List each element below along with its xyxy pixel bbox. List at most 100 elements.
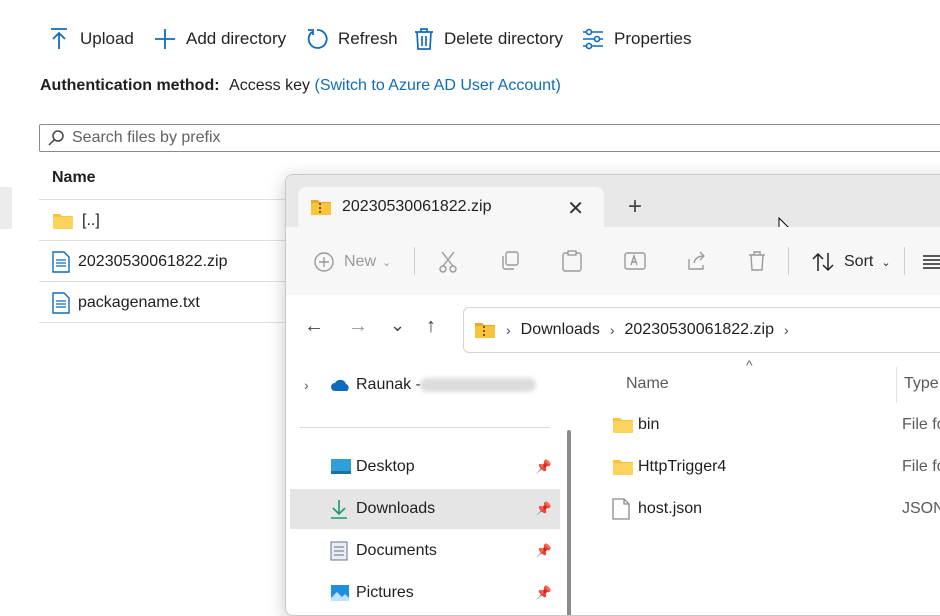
- add-directory-button[interactable]: Add directory: [154, 24, 286, 54]
- chevron-down-icon: ⌄: [881, 256, 891, 269]
- file-explorer-window[interactable]: 20230530061822.zip ✕ + New ⌄ Sort ⌄ ← → …: [285, 174, 940, 616]
- file-icon: [612, 498, 630, 520]
- nav-item-label: Desktop: [356, 458, 415, 475]
- address-bar[interactable]: › Downloads › 20230530061822.zip ›: [463, 307, 940, 353]
- command-separator: [414, 247, 415, 275]
- pin-icon[interactable]: 📌: [536, 459, 552, 475]
- nav-item-label: Documents: [356, 542, 437, 559]
- forward-arrow-icon[interactable]: →: [348, 315, 368, 338]
- up-arrow-icon[interactable]: ↑: [426, 315, 436, 338]
- nav-item-pictures[interactable]: Pictures 📌: [290, 573, 560, 613]
- cut-icon[interactable]: [438, 251, 458, 273]
- file-name: bin: [638, 416, 660, 433]
- share-icon[interactable]: [686, 251, 708, 271]
- nav-item-onedrive[interactable]: › Raunak -: [290, 365, 560, 405]
- command-separator: [904, 247, 905, 275]
- nav-divider: [300, 427, 550, 428]
- row-name: [..]: [82, 211, 100, 229]
- trash-icon: [415, 28, 433, 50]
- search-box[interactable]: [39, 124, 940, 152]
- file-row-bin[interactable]: bin File fo: [612, 406, 940, 444]
- view-icon[interactable]: [922, 255, 940, 269]
- pin-icon[interactable]: 📌: [536, 543, 552, 559]
- desktop-icon: [331, 459, 351, 474]
- refresh-icon: [307, 29, 328, 49]
- nav-item-desktop[interactable]: Desktop 📌: [290, 447, 560, 487]
- delete-directory-button[interactable]: Delete directory: [414, 24, 563, 54]
- nav-item-documents[interactable]: Documents 📌: [290, 531, 560, 571]
- auth-method-line: Authentication method: Access key (Switc…: [40, 77, 561, 95]
- file-row-host-json[interactable]: host.json JSON: [612, 490, 940, 528]
- back-arrow-icon[interactable]: ←: [304, 315, 324, 338]
- close-tab-icon[interactable]: ✕: [567, 196, 584, 221]
- table-row-zip[interactable]: 20230530061822.zip: [39, 242, 299, 282]
- folder-icon: [613, 418, 633, 433]
- folder-icon: [53, 213, 73, 229]
- pictures-icon: [331, 585, 349, 601]
- navigation-pane: › Raunak - Desktop 📌 Downloads 📌 Documen…: [286, 363, 576, 615]
- breadcrumb-chevron-icon: ›: [609, 322, 615, 338]
- rename-icon[interactable]: [624, 251, 646, 271]
- paste-icon[interactable]: [562, 250, 582, 272]
- explorer-tab[interactable]: 20230530061822.zip ✕: [298, 187, 604, 227]
- file-type: File fo: [902, 416, 940, 433]
- sort-icon: [812, 252, 834, 272]
- search-icon: [48, 130, 64, 146]
- nav-scrollbar[interactable]: [567, 430, 571, 615]
- column-header-name[interactable]: Name: [626, 375, 669, 393]
- file-row-httptrigger4[interactable]: HttpTrigger4 File fo: [612, 448, 940, 486]
- properties-button[interactable]: Properties: [582, 24, 691, 54]
- search-input[interactable]: [70, 128, 674, 148]
- switch-auth-link[interactable]: (Switch to Azure AD User Account): [314, 77, 560, 94]
- document-icon: [52, 291, 70, 314]
- folder-icon: [613, 460, 633, 475]
- download-icon: [331, 500, 347, 519]
- command-separator: [788, 247, 789, 275]
- documents-icon: [330, 541, 348, 561]
- sort-caret-icon: ^: [746, 357, 753, 373]
- column-header-type[interactable]: Type: [904, 375, 939, 393]
- delete-directory-label: Delete directory: [444, 29, 564, 48]
- column-header-name[interactable]: Name: [52, 169, 96, 187]
- expand-chevron-icon[interactable]: ›: [304, 377, 309, 393]
- add-directory-label: Add directory: [186, 29, 287, 48]
- sort-button[interactable]: Sort ⌄: [812, 247, 891, 277]
- zip-folder-icon: [311, 200, 331, 215]
- recent-chevron-icon[interactable]: ⌄: [390, 315, 405, 336]
- column-divider: [896, 367, 897, 403]
- add-circle-icon: [314, 252, 334, 272]
- refresh-label: Refresh: [338, 29, 398, 48]
- properties-icon: [583, 28, 603, 50]
- plus-icon: [155, 29, 175, 49]
- chevron-down-icon: ⌄: [382, 256, 392, 269]
- properties-label: Properties: [614, 29, 692, 48]
- pin-icon[interactable]: 📌: [536, 501, 552, 517]
- nav-item-downloads[interactable]: Downloads 📌: [290, 489, 560, 529]
- auth-method-value: Access key: [229, 77, 311, 94]
- zip-folder-icon: [475, 323, 495, 338]
- new-tab-icon[interactable]: +: [628, 193, 642, 221]
- tab-title: 20230530061822.zip: [342, 198, 492, 215]
- table-row-txt[interactable]: packagename.txt: [39, 283, 299, 323]
- file-type: File fo: [902, 458, 940, 475]
- row-name: 20230530061822.zip: [78, 252, 228, 270]
- pin-icon[interactable]: 📌: [536, 585, 552, 601]
- refresh-button[interactable]: Refresh: [306, 24, 398, 54]
- breadcrumb-chevron-icon: ›: [783, 322, 789, 338]
- file-name: HttpTrigger4: [638, 458, 727, 475]
- breadcrumb-item[interactable]: Downloads: [521, 321, 600, 339]
- breadcrumb-item[interactable]: 20230530061822.zip: [625, 321, 774, 339]
- copy-icon[interactable]: [500, 251, 520, 271]
- upload-icon: [51, 28, 67, 49]
- upload-button[interactable]: Upload: [48, 24, 134, 54]
- file-type: JSON: [902, 500, 940, 517]
- new-button[interactable]: New ⌄: [314, 247, 391, 277]
- nav-item-label: Pictures: [356, 584, 414, 601]
- delete-icon[interactable]: [748, 251, 766, 271]
- row-name: packagename.txt: [78, 293, 200, 311]
- sort-label: Sort: [844, 253, 874, 270]
- table-row-parent[interactable]: [..]: [39, 201, 299, 241]
- auth-method-label: Authentication method:: [40, 77, 220, 94]
- new-label: New: [344, 253, 377, 270]
- breadcrumb-chevron-icon: ›: [506, 322, 511, 338]
